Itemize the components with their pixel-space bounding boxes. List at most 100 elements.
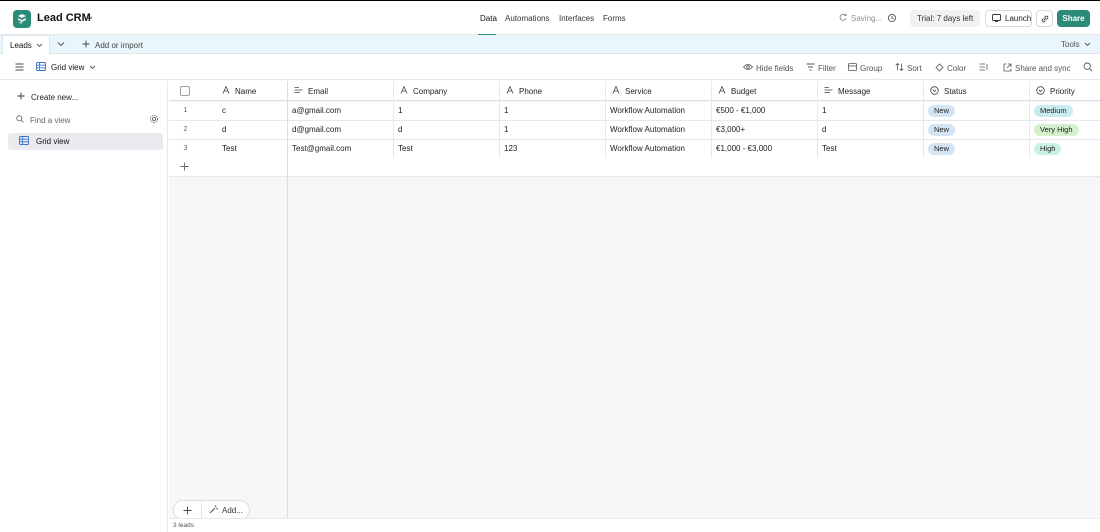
- hide-fields-button[interactable]: Hide fields: [742, 63, 793, 73]
- select-all-checkbox[interactable]: [180, 86, 190, 96]
- create-new-label: Create new...: [31, 92, 79, 102]
- cell-message[interactable]: 1: [818, 102, 924, 120]
- share-and-sync-button[interactable]: Share and sync: [1003, 63, 1071, 74]
- column-header-message[interactable]: Message: [818, 81, 924, 101]
- cell-service[interactable]: Workflow Automation: [606, 140, 712, 158]
- trial-badge[interactable]: Trial: 7 days left: [910, 10, 981, 27]
- find-view-search[interactable]: Find a view: [16, 113, 159, 127]
- cell-phone[interactable]: 123: [500, 140, 606, 158]
- add-label: Add...: [222, 506, 243, 515]
- cell-company[interactable]: Test: [394, 140, 500, 158]
- app-logo-icon[interactable]: [13, 10, 31, 28]
- add-or-import-label: Add or import: [95, 40, 144, 50]
- row-height-icon: [979, 63, 988, 73]
- search-icon[interactable]: [1083, 62, 1093, 74]
- cell-priority[interactable]: Medium: [1030, 102, 1100, 120]
- grid-footer: 3 leads: [169, 518, 1100, 532]
- column-header-company[interactable]: Company: [394, 81, 500, 101]
- cell-priority[interactable]: High: [1030, 140, 1100, 158]
- history-icon[interactable]: [887, 13, 897, 25]
- cell-message[interactable]: d: [818, 121, 924, 139]
- text-field-icon: [506, 85, 514, 96]
- filter-button[interactable]: Filter: [806, 63, 836, 73]
- nav-tab-forms[interactable]: Forms: [603, 14, 626, 23]
- column-header-label: Company: [413, 86, 448, 96]
- cell-service[interactable]: Workflow Automation: [606, 121, 712, 139]
- cell-message[interactable]: Test: [818, 140, 924, 158]
- more-tables-chevron-icon[interactable]: [57, 40, 65, 49]
- nav-tab-data[interactable]: Data: [480, 14, 497, 23]
- cell-email[interactable]: a@gmail.com: [288, 102, 394, 120]
- group-label: Group: [860, 63, 883, 73]
- column-header-budget[interactable]: Budget: [712, 81, 818, 101]
- launch-label: Launch: [1005, 14, 1032, 23]
- cell-budget[interactable]: €500 - €1,000: [712, 102, 818, 120]
- cell-name[interactable]: Test: [218, 140, 288, 158]
- row-height-button[interactable]: [979, 63, 988, 73]
- hamburger-menu-icon[interactable]: [15, 63, 24, 73]
- add-or-import-button[interactable]: Add or import: [82, 40, 143, 50]
- column-header-status[interactable]: Status: [924, 81, 1030, 101]
- filter-label: Filter: [818, 63, 836, 73]
- cell-name[interactable]: d: [218, 121, 288, 139]
- view-switcher[interactable]: Grid view: [36, 62, 96, 73]
- cell-phone[interactable]: 1: [500, 121, 606, 139]
- priority-badge: High: [1034, 143, 1062, 155]
- app-title[interactable]: Lead CRM: [37, 12, 91, 24]
- group-button[interactable]: Group: [848, 63, 882, 73]
- cell-status[interactable]: New: [924, 140, 1030, 158]
- column-header-label: Message: [838, 86, 871, 96]
- cell-email[interactable]: Test@gmail.com: [288, 140, 394, 158]
- launch-button[interactable]: Launch: [985, 10, 1032, 27]
- table-row[interactable]: 1 c a@gmail.com 1 1 Workflow Automation …: [169, 102, 1100, 121]
- view-name: Grid view: [51, 63, 85, 72]
- column-header-phone[interactable]: Phone: [500, 81, 606, 101]
- sort-button[interactable]: Sort: [895, 62, 922, 73]
- cell-priority[interactable]: Very High: [1030, 121, 1100, 139]
- color-button[interactable]: Color: [935, 63, 966, 74]
- views-sidebar: Create new... Find a view Grid view: [4, 81, 168, 532]
- cell-phone[interactable]: 1: [500, 102, 606, 120]
- column-header-label: Email: [308, 86, 329, 96]
- cell-email[interactable]: d@gmail.com: [288, 121, 394, 139]
- add-field-button[interactable]: Add...: [209, 505, 243, 516]
- create-new-view-button[interactable]: Create new...: [17, 92, 78, 102]
- status-badge: New: [928, 124, 956, 136]
- chevron-down-icon[interactable]: [86, 14, 93, 23]
- cell-budget[interactable]: €3,000+: [712, 121, 818, 139]
- nav-tab-automations[interactable]: Automations: [505, 14, 549, 23]
- column-header-email[interactable]: Email: [288, 81, 394, 101]
- share-button[interactable]: Share: [1057, 10, 1090, 27]
- copy-link-button[interactable]: [1036, 10, 1053, 27]
- add-row[interactable]: [169, 158, 1100, 177]
- filter-icon: [806, 63, 815, 73]
- add-row-cell[interactable]: [169, 158, 287, 176]
- cell-company[interactable]: 1: [394, 102, 500, 120]
- cell-service[interactable]: Workflow Automation: [606, 102, 712, 120]
- plus-icon: [17, 92, 25, 102]
- table-row[interactable]: 2 d d@gmail.com d 1 Workflow Automation …: [169, 121, 1100, 140]
- column-header-service[interactable]: Service: [606, 81, 712, 101]
- table-row[interactable]: 3 Test Test@gmail.com Test 123 Workflow …: [169, 140, 1100, 159]
- cell-status[interactable]: New: [924, 102, 1030, 120]
- column-header-label: Status: [944, 86, 967, 96]
- eye-icon: [742, 63, 754, 73]
- column-header-name[interactable]: Name: [216, 81, 288, 101]
- sidebar-item-grid-view[interactable]: Grid view: [8, 133, 163, 150]
- column-header-label: Phone: [519, 86, 543, 96]
- cell-name[interactable]: c: [218, 102, 288, 120]
- cell-company[interactable]: d: [394, 121, 500, 139]
- plus-icon: [180, 162, 189, 173]
- sort-icon: [895, 62, 904, 73]
- status-badge: New: [928, 105, 956, 117]
- plus-icon[interactable]: [183, 506, 192, 517]
- table-tab-leads[interactable]: Leads: [2, 35, 50, 54]
- cell-status[interactable]: New: [924, 121, 1030, 139]
- gear-icon[interactable]: [149, 114, 159, 126]
- column-header-priority[interactable]: Priority: [1030, 81, 1100, 101]
- nav-tab-interfaces[interactable]: Interfaces: [559, 14, 594, 23]
- data-grid: Name Email Company Phone Service Budget …: [169, 81, 1100, 532]
- cell-budget[interactable]: €1,000 - €3,000: [712, 140, 818, 158]
- tools-menu[interactable]: Tools: [1061, 40, 1091, 49]
- text-field-icon: [718, 85, 726, 96]
